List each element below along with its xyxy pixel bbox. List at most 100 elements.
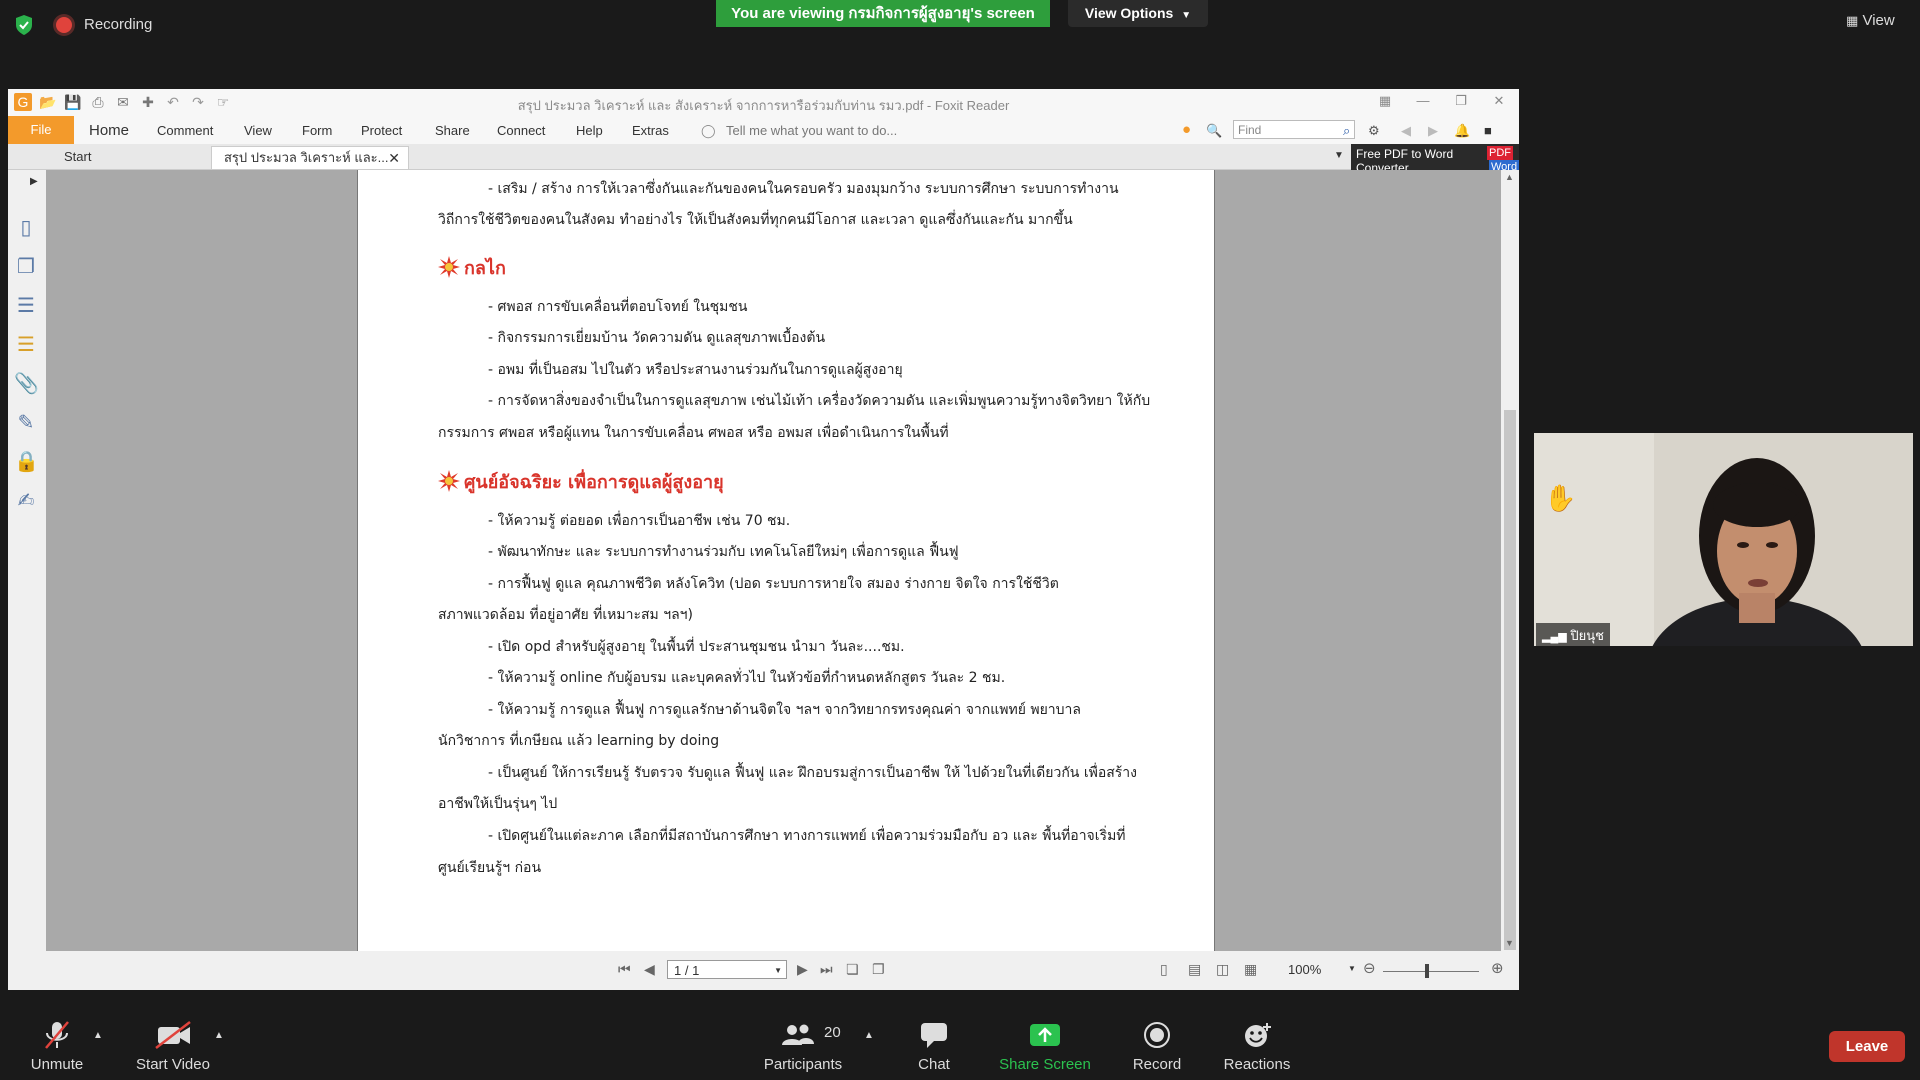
- intro-line-1: - เสริม / สร้าง การให้เวลาซึ่งกันและกันข…: [488, 181, 1119, 197]
- zoom-slider[interactable]: [1383, 971, 1479, 972]
- menu-share[interactable]: Share: [435, 123, 470, 138]
- chevron-down-icon: ▼: [774, 966, 782, 975]
- share-screen-label: Share Screen: [999, 1056, 1091, 1073]
- section-2-line: - พัฒนาทักษะ และ ระบบการทำงานร่วมกับ เทค…: [488, 544, 959, 560]
- document-canvas[interactable]: - เสริม / สร้าง การให้เวลาซึ่งกันและกันข…: [46, 170, 1501, 953]
- section-2-line: สภาพแวดล้อม ที่อยู่อาศัย ที่เหมาะสม ฯลฯ): [438, 607, 693, 623]
- zoom-level[interactable]: 100%: [1288, 962, 1321, 977]
- menu-extras[interactable]: Extras: [632, 123, 669, 138]
- share-screen-icon: [1030, 1024, 1060, 1046]
- grid-icon: ▦: [1846, 13, 1859, 28]
- continuous-facing-view-icon[interactable]: ▦: [1244, 961, 1257, 978]
- restore-button[interactable]: ❐: [1446, 93, 1476, 111]
- find-input[interactable]: Find: [1233, 120, 1355, 139]
- scroll-up-icon[interactable]: ▲: [1505, 172, 1514, 182]
- vertical-scrollbar[interactable]: ▲ ▼: [1501, 170, 1519, 951]
- signatures-icon[interactable]: ✎: [14, 411, 38, 435]
- next-result-icon[interactable]: ▶: [1428, 123, 1438, 139]
- page-number-value: 1 / 1: [674, 963, 700, 978]
- record-label: Record: [1132, 1056, 1182, 1073]
- menu-home[interactable]: Home: [89, 122, 129, 139]
- page-copy-icon[interactable]: ❐: [872, 961, 885, 978]
- last-page-icon[interactable]: ⏭: [820, 961, 833, 978]
- participants-button[interactable]: 20 Participants: [748, 1010, 858, 1080]
- zoom-in-icon[interactable]: ⊕: [1491, 959, 1504, 977]
- menu-comment[interactable]: Comment: [157, 123, 213, 138]
- menu-form[interactable]: Form: [302, 123, 332, 138]
- search-icon[interactable]: ⌕: [1343, 123, 1350, 139]
- chat-label: Chat: [918, 1056, 950, 1073]
- record-button[interactable]: Record: [1102, 1010, 1212, 1080]
- single-page-view-icon[interactable]: ▯: [1160, 961, 1168, 978]
- facing-view-icon[interactable]: ◫: [1216, 961, 1229, 978]
- participant-name: ปิยนุช: [1570, 628, 1604, 643]
- start-video-label: Start Video: [136, 1056, 210, 1073]
- participants-count: 20: [824, 1024, 841, 1041]
- title-bar: G 📂 💾 ⎙ ✉ ✚ ↶ ↷ ☞ สรุป ประมวล วิเคราะห์ …: [8, 89, 1519, 116]
- security-shield-icon[interactable]: [14, 14, 34, 36]
- menu-help[interactable]: Help: [576, 123, 603, 138]
- start-video-button[interactable]: Start Video: [118, 1010, 228, 1080]
- digital-signature-icon[interactable]: ✍: [14, 489, 38, 513]
- section-2-line: - ให้ความรู้ ต่อยอด เพื่อการเป็นอาชีพ เช…: [488, 513, 791, 529]
- participants-label: Participants: [763, 1056, 843, 1073]
- view-button[interactable]: ▦ View: [1846, 12, 1895, 29]
- menu-view[interactable]: View: [244, 123, 272, 138]
- section-1-line: - ศพอส การขับเคลื่อนที่ตอบโจทย์ ในชุมชน: [488, 299, 748, 315]
- participant-video-feed: [1534, 433, 1913, 646]
- rotate-view-icon[interactable]: ❏: [846, 961, 859, 978]
- layers-icon[interactable]: ☰: [14, 294, 38, 318]
- security-lock-icon[interactable]: 🔒: [14, 450, 39, 474]
- close-tab-icon[interactable]: ✕: [388, 147, 400, 169]
- section-2-line: - เป็นศูนย์ ให้การเรียนรู้ รับตรวจ รับดู…: [488, 765, 1137, 781]
- section-2-line: อาชีพให้เป็นรุ่นๆ ไป: [438, 796, 558, 812]
- page-number-field[interactable]: 1 / 1 ▼: [667, 960, 787, 979]
- notification-bell-icon[interactable]: 🔔: [1454, 123, 1470, 139]
- minimize-button[interactable]: —: [1408, 93, 1438, 111]
- explosion-icon: [438, 470, 460, 492]
- zoom-top-bar: Recording You are viewing กรมกิจการผู้สู…: [0, 0, 1920, 52]
- zoom-out-icon[interactable]: ⊖: [1363, 959, 1376, 977]
- participants-options-chevron-icon[interactable]: ▲: [864, 1030, 874, 1041]
- leave-button[interactable]: Leave: [1829, 1031, 1905, 1062]
- reactions-button[interactable]: Reactions: [1202, 1010, 1312, 1080]
- user-account-icon[interactable]: ■: [1484, 123, 1492, 138]
- chat-button[interactable]: Chat: [879, 1010, 989, 1080]
- navigation-sidebar: ▶ ▯ ❐ ☰ ☰ 📎 ✎ 🔒 ✍: [8, 170, 45, 951]
- share-screen-button[interactable]: Share Screen: [990, 1010, 1100, 1080]
- menu-connect[interactable]: Connect: [497, 123, 545, 138]
- menu-protect[interactable]: Protect: [361, 123, 402, 138]
- bookmarks-icon[interactable]: ▯: [14, 216, 38, 240]
- tab-document[interactable]: สรุป ประมวล วิเคราะห์ และ... ✕: [211, 146, 409, 169]
- continuous-view-icon[interactable]: ▤: [1188, 961, 1201, 978]
- ribbon-display-icon[interactable]: ▦: [1370, 93, 1400, 111]
- unmute-button[interactable]: Unmute: [2, 1010, 112, 1080]
- tab-start[interactable]: Start: [50, 146, 210, 168]
- tell-me-search[interactable]: Tell me what you want to do...: [726, 123, 897, 138]
- previous-result-icon[interactable]: ◀: [1401, 123, 1411, 139]
- previous-page-icon[interactable]: ◀: [644, 961, 655, 978]
- first-page-icon[interactable]: ⏮: [618, 961, 631, 978]
- participants-icon: [782, 1024, 814, 1045]
- zoom-dropdown-icon[interactable]: ▼: [1348, 964, 1356, 973]
- scrollbar-thumb[interactable]: [1504, 410, 1516, 950]
- favorite-icon[interactable]: ●: [1182, 121, 1191, 138]
- settings-gear-icon[interactable]: ⚙: [1368, 123, 1380, 139]
- close-window-button[interactable]: ✕: [1484, 93, 1514, 111]
- view-options-button[interactable]: View Options ▼: [1068, 0, 1208, 27]
- scroll-down-icon[interactable]: ▼: [1505, 938, 1514, 948]
- menu-file[interactable]: File: [8, 116, 74, 144]
- section-heading-mechanism: กลไก: [438, 253, 506, 282]
- search-folder-icon[interactable]: 🔍: [1206, 123, 1222, 139]
- pages-icon[interactable]: ❐: [14, 255, 38, 279]
- participant-video-tile[interactable]: ✋ ▂▄▆ ปิยนุช: [1534, 433, 1913, 646]
- audio-options-chevron-icon[interactable]: ▲: [93, 1030, 103, 1041]
- video-options-chevron-icon[interactable]: ▲: [214, 1030, 224, 1041]
- zoom-slider-handle[interactable]: [1425, 964, 1429, 978]
- next-page-icon[interactable]: ▶: [797, 961, 808, 978]
- tab-list-chevron-icon[interactable]: ▼: [1334, 150, 1344, 161]
- comments-icon[interactable]: ☰: [14, 333, 38, 357]
- section-2-title: ศูนย์อัจฉริยะ เพื่อการดูแลผู้สูงอายุ: [464, 472, 724, 493]
- attachments-icon[interactable]: 📎: [14, 372, 39, 396]
- expand-panel-icon[interactable]: ▶: [30, 176, 38, 187]
